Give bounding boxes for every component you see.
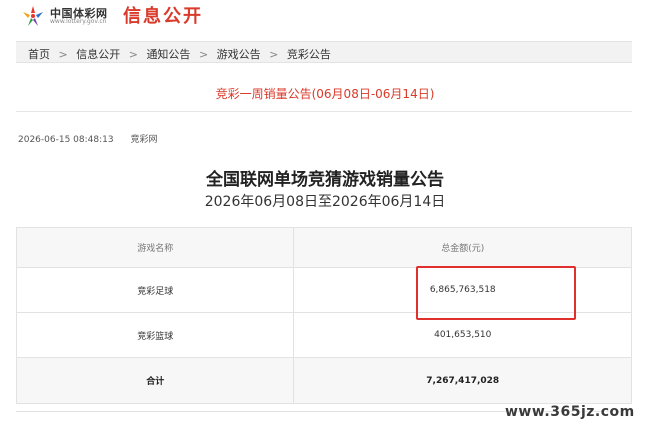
breadcrumb-info-public[interactable]: 信息公开 <box>76 48 120 61</box>
watermark: www.365jz.com <box>505 404 635 420</box>
breadcrumb-separator: > <box>269 48 279 61</box>
breadcrumb-bar: 首页 > 信息公开 > 通知公告 > 游戏公告 > 竞彩公告 <box>16 41 632 63</box>
total-amount-cell: 7,267,417,028 <box>293 357 632 404</box>
notice-title: 全国联网单场竞猜游戏销量公告 <box>206 170 444 190</box>
table-header-row: 游戏名称 总金额(元) <box>15 227 632 268</box>
article-source: 竞彩网 <box>130 135 158 145</box>
logo-url: www.lottery.gov.cn <box>50 18 107 25</box>
breadcrumb-jingcai-notices[interactable]: 竞彩公告 <box>287 48 331 61</box>
game-name-cell: 竞彩篮球 <box>15 312 295 358</box>
breadcrumb-notices[interactable]: 通知公告 <box>146 48 190 61</box>
article-meta: 2026-06-15 08:48:13 竞彩网 <box>18 132 157 145</box>
table-total-row: 合计 7,267,417,028 <box>15 357 632 404</box>
section-title: 信息公开 <box>123 6 203 27</box>
breadcrumb-separator: > <box>58 48 68 61</box>
game-name-cell: 竞彩足球 <box>15 267 295 313</box>
article-title: 竞彩一周销量公告(06月08日-06月14日) <box>215 87 435 101</box>
breadcrumb-home[interactable]: 首页 <box>28 48 50 61</box>
highlight-annotation-box <box>416 266 576 320</box>
publish-timestamp: 2026-06-15 08:48:13 <box>18 135 114 145</box>
lottery-logo[interactable]: 中国体彩网 www.lottery.gov.cn <box>20 4 140 28</box>
total-label-cell: 合计 <box>15 357 295 404</box>
column-header-game-name: 游戏名称 <box>15 227 295 268</box>
breadcrumb-game-notices[interactable]: 游戏公告 <box>217 48 261 61</box>
notice-date-range: 2026年06月08日至2026年06月14日 <box>204 194 446 210</box>
breadcrumb-separator: > <box>128 48 138 61</box>
title-divider <box>16 111 632 112</box>
breadcrumb-separator: > <box>198 48 209 61</box>
column-header-total-amount: 总金额(元) <box>293 227 632 268</box>
site-header: 中国体彩网 www.lottery.gov.cn 信息公开 <box>0 0 650 34</box>
breadcrumb: 首页 > 信息公开 > 通知公告 > 游戏公告 > 竞彩公告 <box>28 46 331 62</box>
lottery-star-icon <box>23 6 43 26</box>
